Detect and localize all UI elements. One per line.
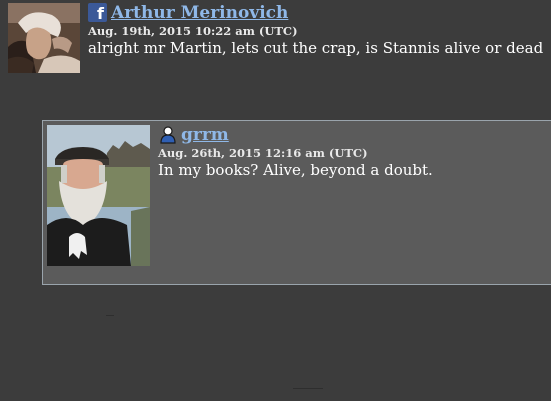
avatar[interactable] [47, 125, 150, 266]
avatar[interactable] [8, 3, 80, 73]
divider-speck [106, 315, 114, 316]
user-icon [160, 125, 176, 144]
comment-thread: f Arthur Merinovich Aug. 19th, 2015 10:2… [0, 0, 551, 401]
author-link[interactable]: Arthur Merinovich [111, 3, 288, 23]
comment-text: In my books? Alive, beyond a doubt. [158, 161, 433, 179]
comment-header: grrm [159, 124, 229, 145]
comment-header: f Arthur Merinovich [88, 2, 288, 23]
comment-reply: grrm Aug. 26th, 2015 12:16 am (UTC) In m… [42, 120, 551, 285]
comment-text: alright mr Martin, lets cut the crap, is… [88, 39, 544, 57]
timestamp: Aug. 19th, 2015 10:22 am (UTC) [88, 24, 298, 38]
author-link[interactable]: grrm [181, 125, 229, 145]
timestamp: Aug. 26th, 2015 12:16 am (UTC) [158, 146, 368, 160]
facebook-icon: f [88, 3, 107, 22]
divider-speck [293, 388, 323, 389]
comment-main: f Arthur Merinovich Aug. 19th, 2015 10:2… [0, 0, 551, 90]
